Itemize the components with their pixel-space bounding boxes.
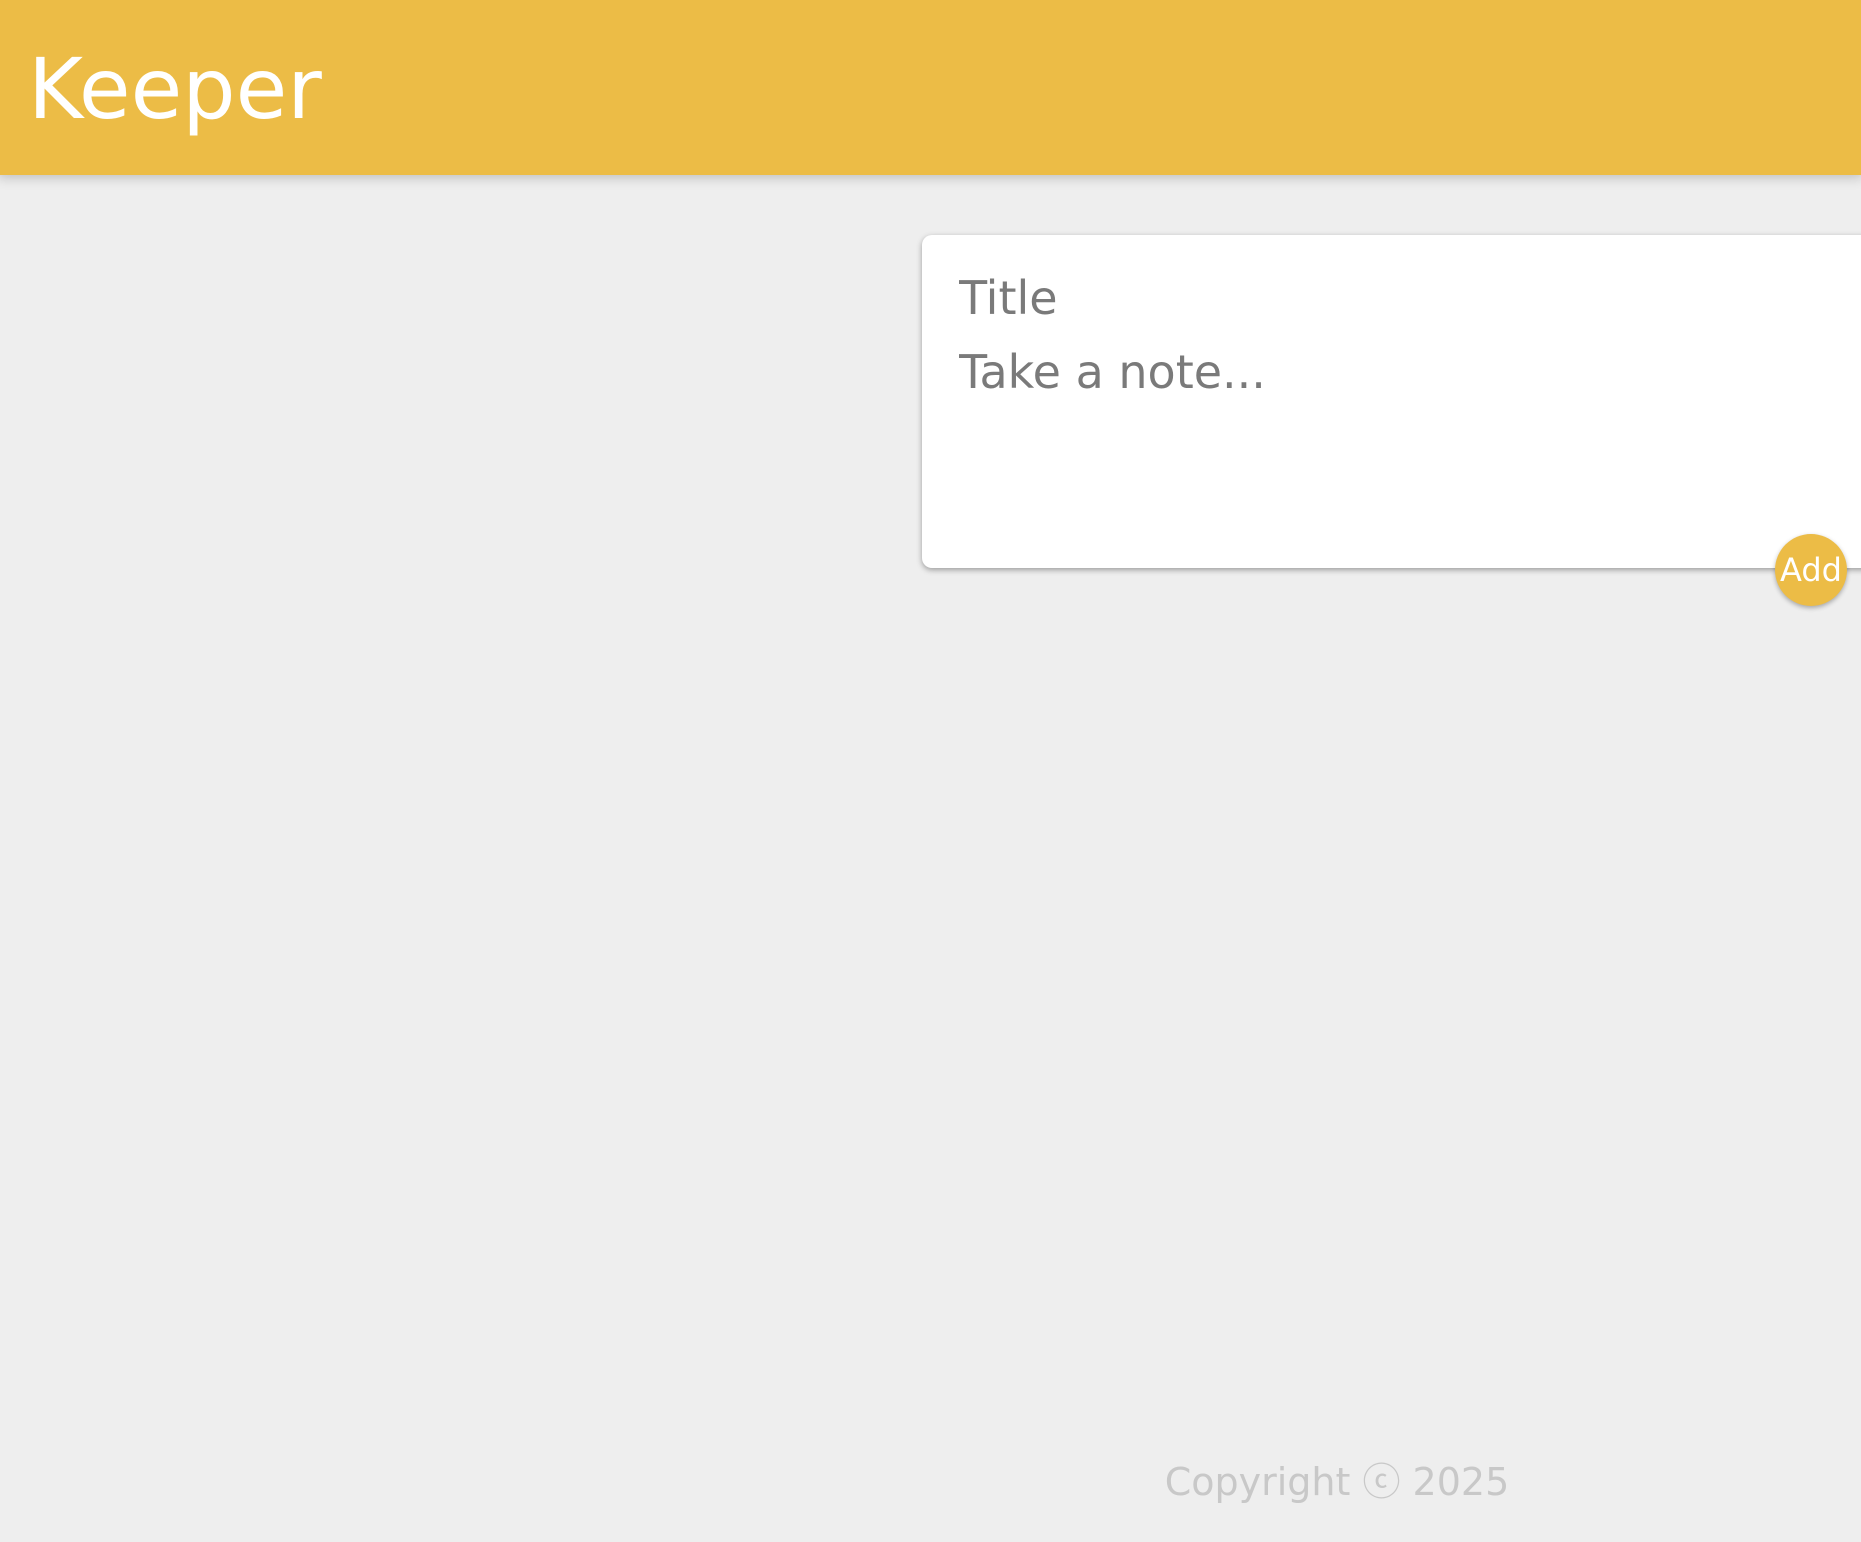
footer: Copyright ⓒ 2025 [1057, 1454, 1617, 1510]
copyright-text: Copyright ⓒ 2025 [1164, 1460, 1510, 1504]
app-header: Keeper [0, 0, 1861, 175]
app-title: Keeper [28, 40, 322, 138]
note-content-input[interactable] [959, 339, 1809, 539]
add-note-button[interactable]: Add [1775, 534, 1847, 606]
create-note-form [922, 235, 1861, 568]
note-title-input[interactable] [959, 265, 1809, 331]
